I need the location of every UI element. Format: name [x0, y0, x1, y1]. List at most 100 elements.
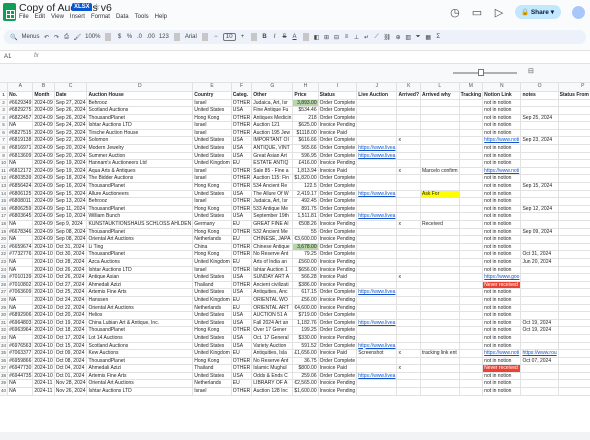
- cell[interactable]: [520, 220, 559, 229]
- cell[interactable]: $1,600.00: [292, 387, 319, 396]
- cell[interactable]: 1,182.76: [292, 319, 319, 328]
- cell[interactable]: [459, 342, 484, 351]
- menus-search[interactable]: Menus: [21, 34, 39, 40]
- cell[interactable]: Kew Auctions: [86, 349, 194, 358]
- cell[interactable]: Oct 30, 2024: [54, 250, 88, 259]
- cell[interactable]: [420, 288, 460, 297]
- cell[interactable]: Sep 18, 2024: [54, 174, 88, 184]
- cell[interactable]: #6964803: [7, 319, 34, 328]
- cell[interactable]: [420, 159, 460, 168]
- menu-file[interactable]: File: [19, 14, 29, 24]
- row-number[interactable]: 6: [0, 129, 9, 138]
- cell[interactable]: #6659674: [7, 243, 34, 252]
- cell[interactable]: [558, 379, 590, 389]
- menu-tools[interactable]: Tools: [135, 14, 149, 24]
- row-number[interactable]: 25: [0, 273, 9, 282]
- cell[interactable]: not in notion: [482, 152, 522, 161]
- cell[interactable]: [396, 342, 422, 351]
- cell[interactable]: [356, 250, 398, 259]
- cell[interactable]: £416.00: [292, 159, 319, 168]
- cell[interactable]: [356, 273, 398, 282]
- cell[interactable]: [459, 220, 484, 229]
- star-icon[interactable]: ☆: [93, 2, 100, 11]
- cell[interactable]: Invoice Pending: [318, 304, 358, 313]
- cell[interactable]: Israel: [192, 167, 232, 176]
- cell[interactable]: Oriental Art Auctions: [86, 304, 194, 313]
- cell[interactable]: https://www.livea: [356, 288, 398, 297]
- cell[interactable]: Invoice Pending: [318, 121, 358, 130]
- cell[interactable]: [520, 190, 559, 199]
- cell[interactable]: #7063609: [7, 288, 34, 297]
- cell[interactable]: Oct 22, 2024: [54, 304, 88, 313]
- cell[interactable]: [520, 129, 559, 138]
- cell[interactable]: [459, 379, 484, 389]
- cell[interactable]: United Kingdom: [192, 159, 232, 168]
- cell[interactable]: 2024-10: [32, 288, 55, 297]
- number-format-button[interactable]: 123: [159, 34, 169, 40]
- cell[interactable]: [558, 288, 590, 297]
- cell[interactable]: not in notion: [482, 235, 522, 244]
- row-number[interactable]: 19: [0, 228, 9, 237]
- cell[interactable]: Oriental Art Auctions: [86, 379, 194, 389]
- cell[interactable]: [459, 235, 484, 244]
- cell[interactable]: €2,565.00: [292, 379, 319, 389]
- cell[interactable]: not in notion: [482, 114, 522, 123]
- cell[interactable]: United States: [192, 152, 232, 161]
- cell[interactable]: OTHER: [231, 228, 253, 237]
- paint-format-icon[interactable]: 🖌: [74, 34, 82, 41]
- functions-icon[interactable]: Σ: [435, 34, 441, 40]
- cell[interactable]: [356, 182, 398, 191]
- cell[interactable]: 1,511.81: [292, 212, 319, 221]
- cell[interactable]: [520, 235, 559, 244]
- cell[interactable]: 2024-09: [32, 182, 55, 191]
- cell[interactable]: LIBRARY OF A: [251, 379, 294, 389]
- cell[interactable]: [420, 136, 460, 146]
- cell[interactable]: not in notion: [482, 174, 522, 184]
- cell[interactable]: Modern Jewelry: [86, 144, 194, 153]
- menu-data[interactable]: Data: [116, 14, 129, 24]
- cell[interactable]: #6947730: [7, 364, 34, 373]
- cell[interactable]: [459, 182, 484, 191]
- cell[interactable]: not in notion: [482, 205, 522, 214]
- cell[interactable]: [459, 136, 484, 146]
- cell[interactable]: [520, 334, 559, 343]
- row-number[interactable]: 39: [0, 379, 9, 389]
- cell[interactable]: $534.46: [292, 106, 319, 115]
- cell[interactable]: Auction 195 Jew: [251, 129, 294, 138]
- cell[interactable]: #6813609: [7, 152, 34, 161]
- cell[interactable]: [558, 205, 590, 214]
- avatar[interactable]: [571, 4, 586, 20]
- cell[interactable]: [396, 379, 422, 389]
- cell[interactable]: 2024-09: [32, 152, 55, 161]
- cell[interactable]: [459, 258, 484, 267]
- meet-icon[interactable]: ▷: [493, 6, 505, 19]
- cell[interactable]: Islamic Mughul: [251, 364, 294, 373]
- cell[interactable]: [558, 106, 590, 115]
- cell[interactable]: 2024-09: [32, 114, 55, 123]
- cell[interactable]: Judaica, Art, Isr: [251, 197, 294, 206]
- cell[interactable]: Odds & Ends C: [251, 372, 294, 381]
- cell[interactable]: 3,678.00: [292, 243, 319, 252]
- cell[interactable]: [459, 205, 484, 214]
- cell[interactable]: Sep 10, 2024: [54, 212, 88, 221]
- cell[interactable]: Netherlands: [192, 379, 232, 389]
- cell[interactable]: Nov 28, 2024: [54, 379, 88, 389]
- header-cell[interactable]: Arrived why: [420, 91, 460, 100]
- cell[interactable]: [558, 99, 590, 108]
- cell[interactable]: Invoice Pending: [318, 235, 358, 244]
- chart-icon[interactable]: ▥: [405, 34, 411, 41]
- cell[interactable]: Behrooz: [86, 99, 194, 108]
- currency-button[interactable]: $: [116, 34, 122, 40]
- cell[interactable]: [558, 266, 590, 275]
- cell[interactable]: [356, 205, 398, 214]
- menu-insert[interactable]: Insert: [70, 14, 85, 24]
- cell[interactable]: Israel: [192, 129, 232, 138]
- cell[interactable]: Scotland Auctions: [86, 106, 194, 115]
- cell[interactable]: Netherlands: [192, 304, 232, 313]
- cell[interactable]: [420, 319, 460, 328]
- cell[interactable]: OTHER: [231, 197, 253, 206]
- cell[interactable]: Antiquities, Isla: [251, 349, 294, 358]
- cell[interactable]: OTHER: [231, 243, 253, 252]
- cell[interactable]: Oct 15, 2024: [54, 342, 88, 351]
- cell[interactable]: [420, 372, 460, 381]
